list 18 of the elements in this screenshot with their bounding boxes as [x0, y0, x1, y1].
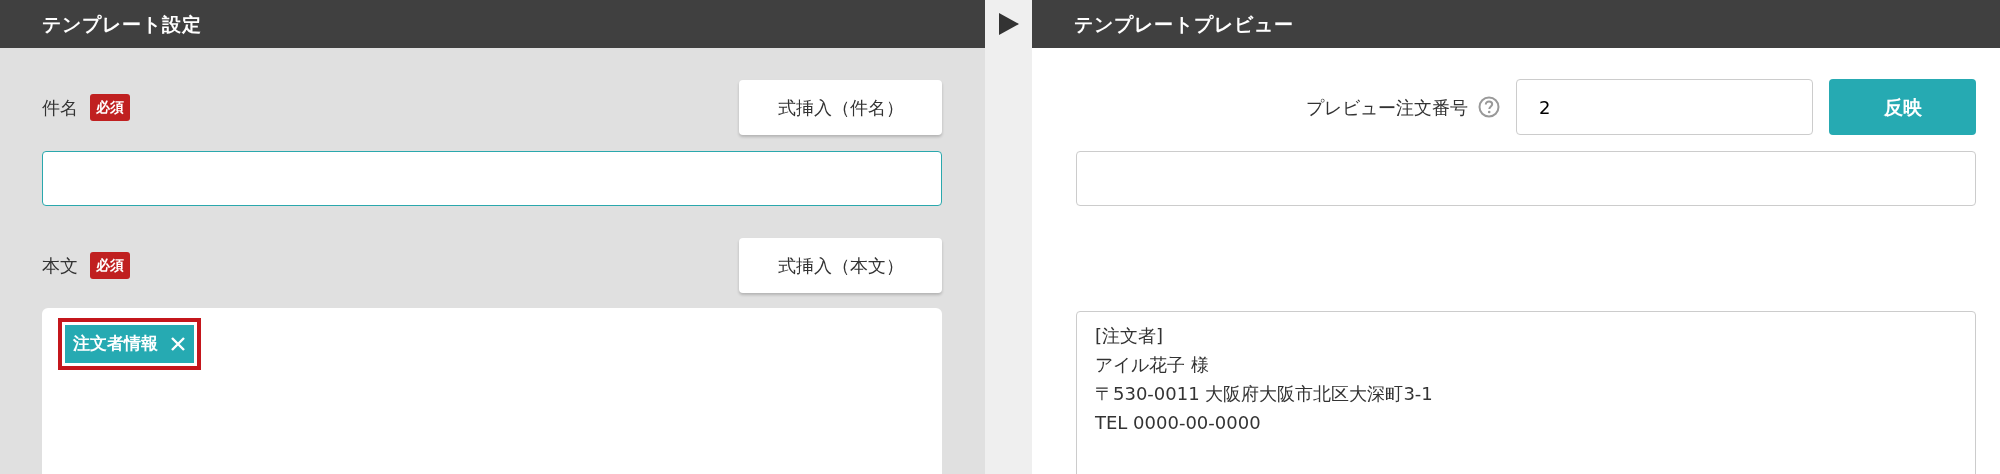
order-number-field[interactable]: 2: [1516, 79, 1813, 135]
preview-line: TEL 0000-00-0000: [1095, 411, 1262, 435]
close-icon[interactable]: [170, 335, 186, 352]
panel-title: テンプレート設定: [42, 11, 202, 37]
field-label: 本文: [42, 253, 78, 278]
field-label: 件名: [42, 95, 78, 120]
required-badge: 必須: [90, 251, 130, 279]
preview-line: [注文者]: [1095, 324, 1165, 348]
subject-field[interactable]: [42, 151, 942, 206]
help-icon[interactable]: [1478, 96, 1500, 118]
field-label: プレビュー注文番号: [1306, 95, 1468, 120]
panel-title: テンプレートプレビュー: [1074, 11, 1294, 37]
preview-line: 〒530-0011 大阪府大阪市北区大深町3-1: [1095, 382, 1434, 406]
insert-formula-button[interactable]: 式挿入（件名）: [739, 79, 942, 135]
required-badge: 必須: [90, 93, 130, 121]
preview-line: アイル花子 様: [1095, 353, 1210, 377]
play-icon: [998, 13, 1019, 35]
insert-formula-button[interactable]: 式挿入（本文）: [739, 237, 942, 293]
